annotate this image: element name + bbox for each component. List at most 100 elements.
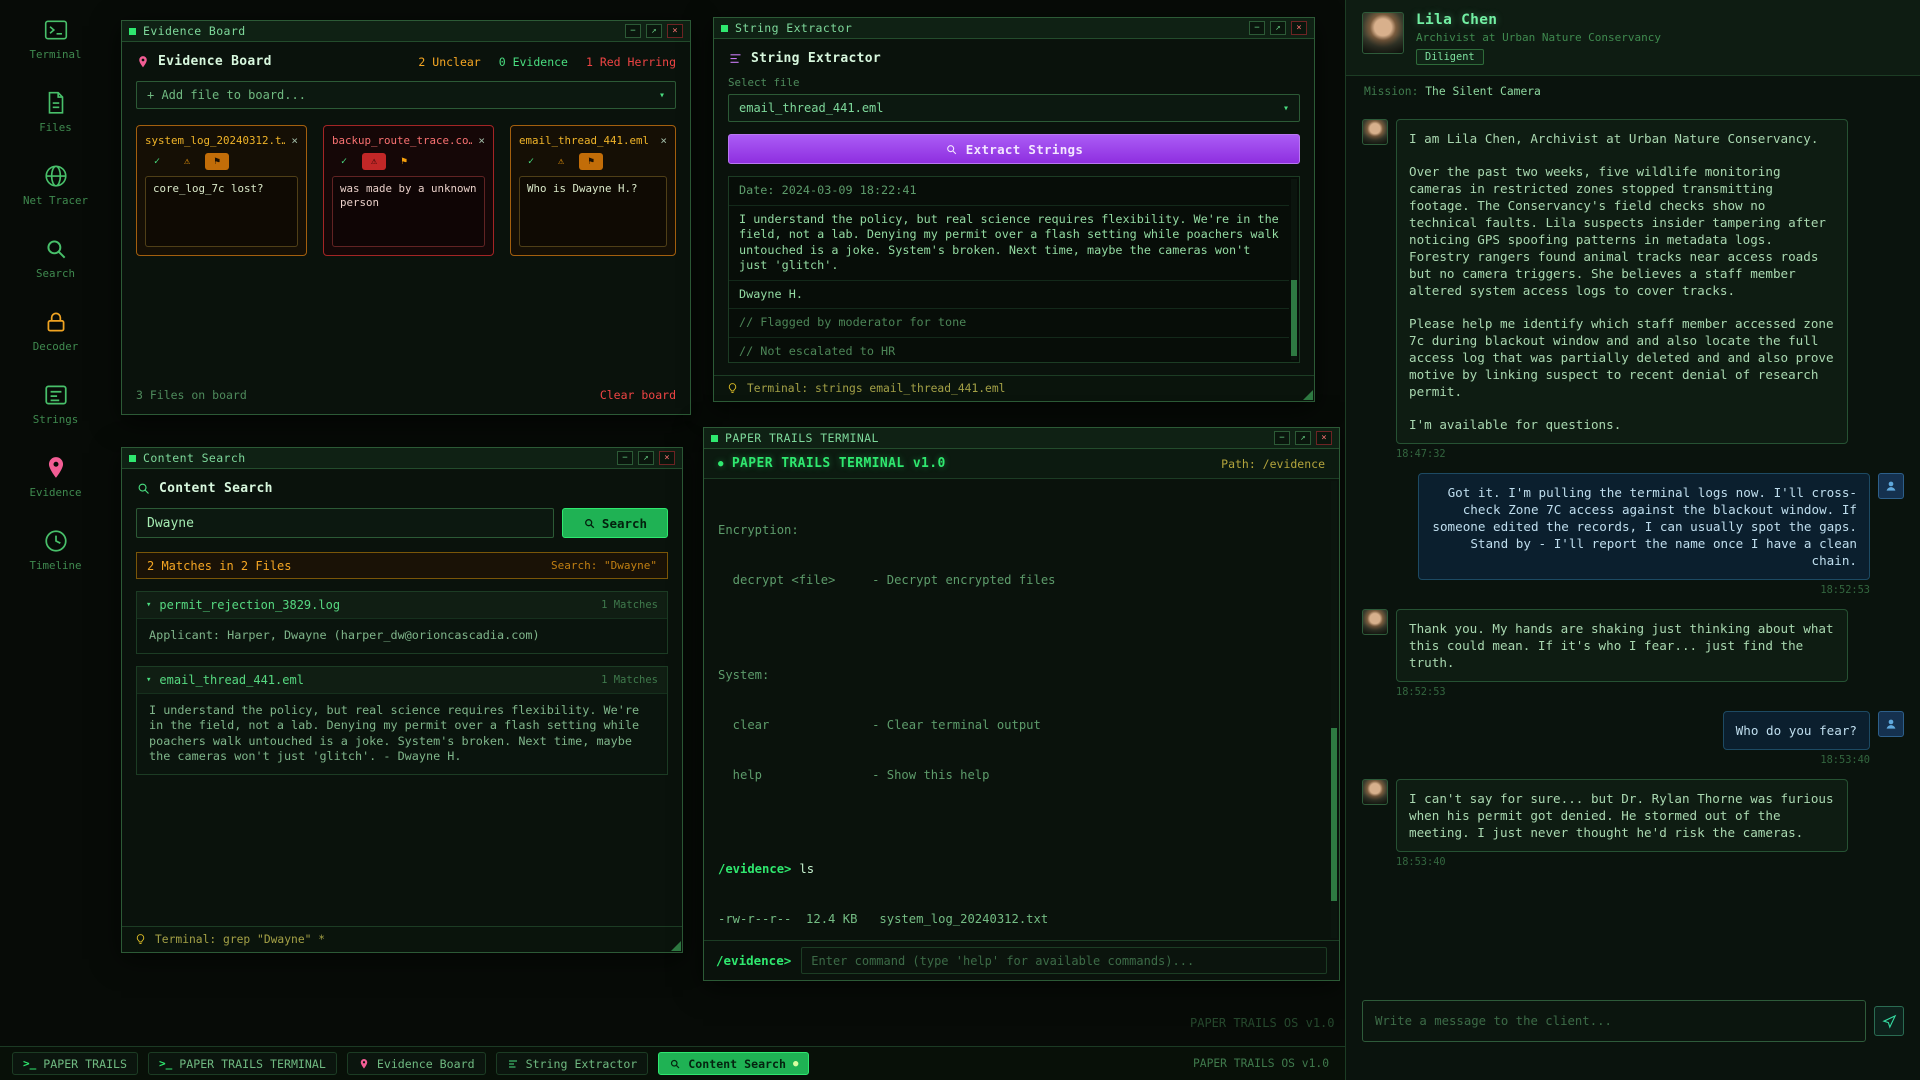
- taskbar: >_ PAPER TRAILS >_ PAPER TRAILS TERMINAL…: [0, 1046, 1345, 1080]
- close-button[interactable]: ×: [1291, 21, 1307, 35]
- resize-handle[interactable]: [671, 941, 681, 951]
- user-avatar: [1878, 473, 1904, 499]
- mark-unclear-button[interactable]: ⚑: [392, 153, 416, 170]
- maximize-button[interactable]: ↗: [638, 451, 654, 465]
- scrollbar[interactable]: [1331, 481, 1337, 938]
- mark-evidence-button[interactable]: ✓: [332, 153, 356, 170]
- mark-red-herring-button[interactable]: ⚠: [175, 153, 199, 170]
- pin-icon: [136, 55, 150, 69]
- terminal-prompt: /evidence>: [716, 953, 791, 968]
- close-icon[interactable]: ×: [291, 134, 298, 147]
- card-filename: backup_route_trace.co…: [332, 134, 472, 147]
- sidebar-label: Search: [36, 268, 75, 280]
- minimize-button[interactable]: −: [617, 451, 633, 465]
- timestamp: 18:52:53: [1820, 584, 1870, 596]
- timestamp: 18:53:40: [1396, 856, 1848, 868]
- close-button[interactable]: ×: [659, 451, 675, 465]
- maximize-button[interactable]: ↗: [1295, 431, 1311, 445]
- sidebar-label: Evidence: [29, 487, 81, 499]
- search-input[interactable]: [136, 508, 554, 538]
- mark-unclear-button[interactable]: ⚑: [205, 153, 229, 170]
- evidence-card[interactable]: system_log_20240312.t… × ✓ ⚠ ⚑ core_log_…: [136, 125, 307, 256]
- send-icon: [1882, 1014, 1897, 1029]
- close-button[interactable]: ×: [1316, 431, 1332, 445]
- chat-bubble: Thank you. My hands are shaking just thi…: [1396, 609, 1848, 682]
- add-file-select[interactable]: + Add file to board... ▾: [136, 81, 676, 109]
- strings-icon: [507, 1058, 519, 1070]
- string-entry: // Not escalated to HR: [729, 338, 1289, 364]
- minimize-button[interactable]: −: [625, 24, 641, 38]
- evidence-count: 0 Evidence: [499, 55, 568, 69]
- sidebar-item-evidence[interactable]: Evidence: [0, 454, 111, 499]
- client-avatar: [1362, 119, 1388, 145]
- mark-evidence-button[interactable]: ✓: [519, 153, 543, 170]
- search-term-label: Search: "Dwayne": [551, 559, 657, 572]
- mark-evidence-button[interactable]: ✓: [145, 153, 169, 170]
- mark-unclear-button[interactable]: ⚑: [579, 153, 603, 170]
- sidebar-label: Files: [39, 122, 72, 134]
- chat-message-input[interactable]: [1362, 1000, 1866, 1042]
- close-button[interactable]: ×: [667, 24, 683, 38]
- terminal-app-title: ● PAPER TRAILS TERMINAL v1.0: [718, 456, 946, 471]
- timestamp: 18:53:40: [1820, 754, 1870, 766]
- maximize-button[interactable]: ↗: [646, 24, 662, 38]
- evidence-card-list: system_log_20240312.t… × ✓ ⚠ ⚑ core_log_…: [136, 125, 676, 256]
- file-select[interactable]: email_thread_441.eml ▾: [728, 94, 1300, 122]
- client-avatar: [1362, 12, 1404, 54]
- search-icon: [945, 143, 958, 156]
- card-note[interactable]: core_log_7c lost?: [145, 176, 298, 247]
- sidebar-item-search[interactable]: Search: [0, 235, 111, 280]
- window-titlebar[interactable]: PAPER TRAILS TERMINAL − ↗ ×: [704, 428, 1339, 449]
- files-icon: [42, 89, 70, 117]
- content-search-header: Content Search: [136, 481, 668, 496]
- string-entry: Dwayne H.: [729, 281, 1289, 310]
- sidebar-item-timeline[interactable]: Timeline: [0, 527, 111, 572]
- strings-icon: [42, 381, 70, 409]
- mark-red-herring-button[interactable]: ⚠: [549, 153, 573, 170]
- string-entry: // Flagged by moderator for tone: [729, 309, 1289, 338]
- sidebar-item-strings[interactable]: Strings: [0, 381, 111, 426]
- taskbar-item-content-search[interactable]: Content Search ●: [658, 1052, 809, 1075]
- taskbar-item-terminal[interactable]: >_ PAPER TRAILS TERMINAL: [148, 1052, 337, 1075]
- evidence-card[interactable]: email_thread_441.eml × ✓ ⚠ ⚑ Who is Dway…: [510, 125, 676, 256]
- sidebar-item-net-tracer[interactable]: Net Tracer: [0, 162, 111, 207]
- sidebar-label: Timeline: [29, 560, 81, 572]
- clear-board-button[interactable]: Clear board: [600, 388, 676, 402]
- scrollbar[interactable]: [1291, 179, 1297, 360]
- os-watermark: PAPER TRAILS OS v1.0: [1190, 1016, 1335, 1030]
- window-titlebar[interactable]: Content Search − ↗ ×: [122, 448, 682, 469]
- sidebar-item-decoder[interactable]: Decoder: [0, 308, 111, 353]
- sidebar-item-files[interactable]: Files: [0, 89, 111, 134]
- maximize-button[interactable]: ↗: [1270, 21, 1286, 35]
- evidence-card[interactable]: backup_route_trace.co… × ✓ ⚠ ⚑ was made …: [323, 125, 494, 256]
- client-role: Archivist at Urban Nature Conservancy: [1416, 31, 1661, 44]
- close-icon[interactable]: ×: [660, 134, 667, 147]
- minimize-button[interactable]: −: [1274, 431, 1290, 445]
- sidebar-item-terminal[interactable]: Terminal: [0, 16, 111, 61]
- string-extractor-header: String Extractor: [728, 51, 1300, 66]
- terminal-input-row: /evidence>: [704, 940, 1339, 980]
- chat-message-user: Who do you fear? 18:53:40: [1362, 711, 1904, 766]
- string-entry: Date: 2024-03-09 18:22:41: [729, 177, 1289, 206]
- window-icon: [711, 435, 718, 442]
- result-file-header[interactable]: ▾ permit_rejection_3829.log 1 Matches: [137, 592, 667, 618]
- mark-red-herring-button[interactable]: ⚠: [362, 153, 386, 170]
- window-titlebar[interactable]: Evidence Board − ↗ ×: [122, 21, 690, 42]
- terminal-hint: Terminal: grep "Dwayne" *: [122, 926, 682, 952]
- taskbar-item-string-extractor[interactable]: String Extractor: [496, 1052, 649, 1075]
- taskbar-item-evidence-board[interactable]: Evidence Board: [347, 1052, 486, 1075]
- result-file-header[interactable]: ▾ email_thread_441.eml 1 Matches: [137, 667, 667, 693]
- close-icon[interactable]: ×: [478, 134, 485, 147]
- minimize-button[interactable]: −: [1249, 21, 1265, 35]
- extract-strings-button[interactable]: Extract Strings: [728, 134, 1300, 164]
- terminal-command-input[interactable]: [801, 947, 1327, 974]
- search-button[interactable]: Search: [562, 508, 668, 538]
- terminal-hint: Terminal: strings email_thread_441.eml: [714, 375, 1314, 401]
- card-note[interactable]: was made by a unknown person: [332, 176, 485, 247]
- resize-handle[interactable]: [1303, 390, 1313, 400]
- files-on-board-count: 3 Files on board: [136, 388, 247, 402]
- taskbar-start-button[interactable]: >_ PAPER TRAILS: [12, 1052, 138, 1075]
- send-button[interactable]: [1874, 1006, 1904, 1036]
- window-titlebar[interactable]: String Extractor − ↗ ×: [714, 18, 1314, 39]
- card-note[interactable]: Who is Dwayne H.?: [519, 176, 667, 247]
